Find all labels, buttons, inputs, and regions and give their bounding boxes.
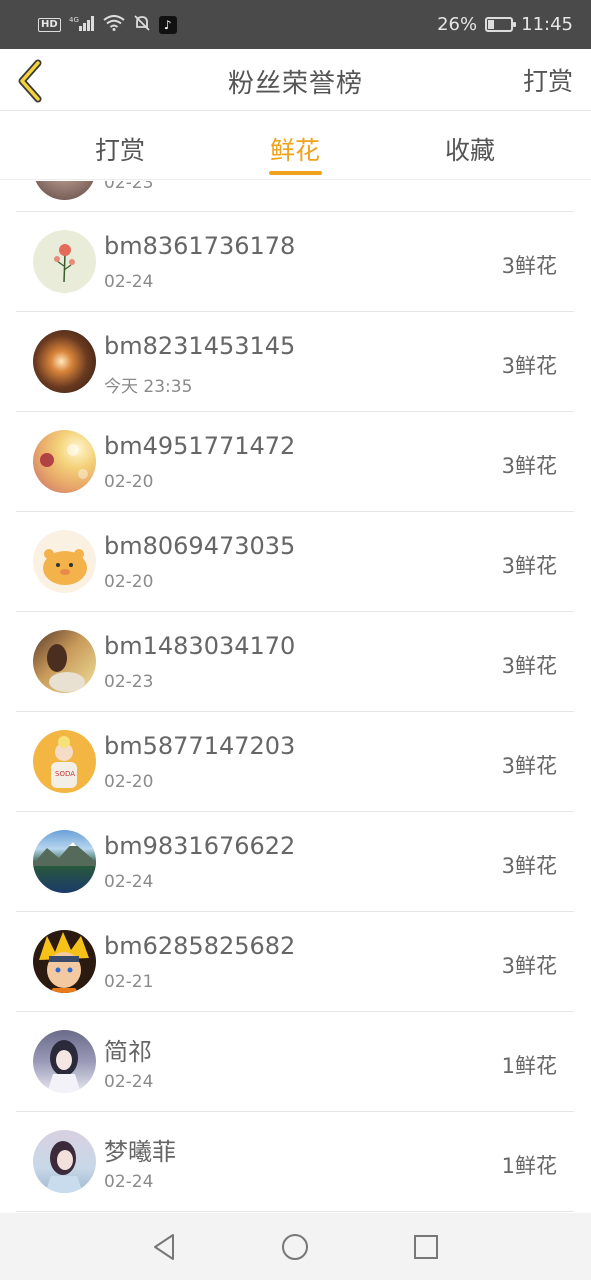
fan-ranking-list[interactable]: 02-23 bm8361736178 02-24 3鲜花 bm823145314…: [16, 181, 574, 1213]
item-date: 02-24: [104, 872, 154, 892]
tiktok-icon: ♪: [158, 15, 177, 34]
item-amount: 1鲜花: [501, 1054, 557, 1078]
item-amount: 3鲜花: [501, 354, 557, 378]
system-nav-bar: [0, 1213, 591, 1280]
circle-home-icon: [282, 1234, 308, 1260]
item-date: 02-23: [104, 181, 154, 193]
item-amount: 3鲜花: [501, 854, 557, 878]
naruto-avatar: [33, 930, 96, 993]
item-username: bm8361736178: [104, 232, 296, 260]
item-username: bm9831676622: [104, 832, 296, 860]
svg-text:SODA: SODA: [55, 770, 75, 778]
bear-cartoon-avatar: [33, 530, 96, 593]
tab-reward[interactable]: 打赏: [60, 131, 180, 167]
list-item[interactable]: bm9831676622 02-24 3鲜花: [16, 812, 574, 912]
item-date: 02-20: [104, 772, 154, 792]
tab-favorites[interactable]: 收藏: [410, 131, 530, 167]
list-item[interactable]: bm6285825682 02-21 3鲜花: [16, 912, 574, 1012]
item-date: 02-20: [104, 472, 154, 492]
item-username: bm5877147203: [104, 732, 296, 760]
list-item[interactable]: bm8231453145 今天 23:35 3鲜花: [16, 312, 574, 412]
flower-avatar: [33, 230, 96, 293]
item-amount: 3鲜花: [501, 454, 557, 478]
item-amount: 3鲜花: [501, 954, 557, 978]
bokeh-avatar: [33, 430, 96, 493]
list-item[interactable]: SODA bm5877147203 02-20 3鲜花: [16, 712, 574, 812]
status-right: 26% 11:45: [437, 14, 573, 35]
status-bar: HD 4G ♪ 26% 11:45: [0, 0, 591, 49]
hanfu-girl-avatar: [33, 1030, 96, 1093]
item-date: 02-24: [104, 1172, 154, 1192]
item-username: bm8231453145: [104, 332, 296, 360]
item-username: bm1483034170: [104, 632, 296, 660]
tab-bar: 打赏 鲜花 收藏: [0, 112, 591, 180]
list-item[interactable]: 02-23: [16, 181, 574, 212]
app-header: 粉丝荣誉榜 打赏: [0, 49, 591, 111]
list-item[interactable]: bm8069473035 02-20 3鲜花: [16, 512, 574, 612]
battery-percent: 26%: [437, 14, 478, 35]
nav-recent-button[interactable]: [410, 1231, 442, 1263]
item-amount: 3鲜花: [501, 654, 557, 678]
item-date: 02-24: [104, 1072, 154, 1092]
item-date: 02-23: [104, 672, 154, 692]
signal-icon: 4G: [69, 15, 95, 34]
status-left-icons: HD 4G ♪: [38, 14, 177, 35]
item-date: 02-20: [104, 572, 154, 592]
item-amount: 3鲜花: [501, 754, 557, 778]
hd-badge: HD: [38, 17, 61, 32]
item-date: 02-21: [104, 972, 154, 992]
battery-icon: [485, 17, 517, 32]
list-item[interactable]: bm1483034170 02-23 3鲜花: [16, 612, 574, 712]
nav-back-button[interactable]: [149, 1231, 181, 1263]
battery-level: [488, 20, 495, 29]
list-item[interactable]: bm4951771472 02-20 3鲜花: [16, 412, 574, 512]
item-amount: 3鲜花: [501, 254, 557, 278]
square-recent-icon: [414, 1235, 438, 1259]
triangle-back-icon: [154, 1234, 174, 1260]
nav-home-button[interactable]: [279, 1231, 311, 1263]
list-item[interactable]: bm8361736178 02-24 3鲜花: [16, 212, 574, 312]
hands-light-avatar: [33, 330, 96, 393]
item-username: bm4951771472: [104, 432, 296, 460]
avatar: [33, 181, 96, 200]
active-tab-indicator: [269, 171, 322, 175]
mute-icon: [133, 14, 151, 35]
item-date: 02-24: [104, 272, 154, 292]
clock: 11:45: [521, 14, 573, 35]
wifi-icon: [103, 15, 125, 34]
item-username: 梦曦菲: [104, 1138, 176, 1166]
list-item[interactable]: 梦曦菲 02-24 1鲜花: [16, 1112, 574, 1212]
girl-sunset-avatar: [33, 630, 96, 693]
list-item[interactable]: 简祁 02-24 1鲜花: [16, 1012, 574, 1112]
item-username: 简祁: [104, 1038, 152, 1066]
page-title: 粉丝荣誉榜: [227, 69, 363, 99]
item-username: bm8069473035: [104, 532, 296, 560]
item-amount: 1鲜花: [501, 1154, 557, 1178]
mountain-lake-avatar: [33, 830, 96, 893]
item-amount: 3鲜花: [501, 554, 557, 578]
svg-text:4G: 4G: [69, 16, 79, 24]
item-username: bm6285825682: [104, 932, 296, 960]
soda-girl-avatar: SODA: [33, 730, 96, 793]
reward-button[interactable]: 打赏: [523, 62, 573, 98]
item-date: 今天 23:35: [104, 377, 193, 397]
tab-flowers[interactable]: 鲜花: [235, 131, 355, 167]
girl-portrait-avatar: [33, 1130, 96, 1193]
